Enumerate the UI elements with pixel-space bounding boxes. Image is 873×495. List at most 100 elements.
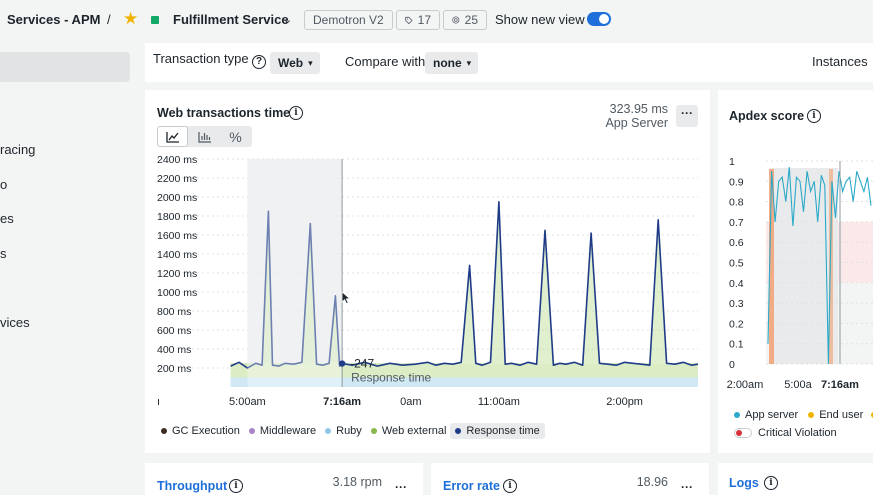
transaction-type-select[interactable]: Web ▾ [270,52,320,74]
instances-tab[interactable]: Instances [812,54,868,69]
throughput-number: 3.18 [332,475,357,489]
y-tick-label: 0.2 [729,318,744,330]
y-tick-label: 200 ms [157,363,191,375]
chevron-down-icon[interactable]: ⌄ [283,13,292,26]
nav-item-selected[interactable] [0,52,130,82]
nav-item-3[interactable]: es [0,211,14,226]
y-tick-label: 400 ms [157,344,191,356]
legend-dot [455,428,462,434]
related-entities-icon [452,16,460,24]
nav-item-distributed-tracing[interactable]: racing [0,142,35,157]
tags-count: 17 [417,13,431,27]
chevron-down-icon: ▾ [308,57,313,68]
bar-chart-button[interactable] [189,126,220,147]
legend-label-app-server[interactable]: App server [745,409,798,421]
tooltip-label: Response time [351,371,431,385]
x-tick-label: 5:00a [784,379,812,391]
related-entities-chip[interactable]: 25 [443,10,487,30]
info-icon[interactable]: i [807,109,821,123]
chevron-down-icon: ▾ [466,57,472,68]
legend-label: Ruby [336,425,362,437]
y-tick-label: 1600 ms [157,230,197,242]
y-tick-label: 2000 ms [157,192,197,204]
x-tick-label: 2:00pm [606,396,643,408]
help-icon[interactable]: ? [252,55,266,69]
legend-item-response-time[interactable]: Response time [450,423,545,439]
show-new-view-toggle[interactable] [587,12,611,26]
more-options-button[interactable]: ··· [676,105,698,127]
critical-violation-legend: Critical Violation [734,427,837,439]
throughput-unit: rpm [360,475,382,489]
transaction-type-value: Web [278,56,304,70]
info-icon[interactable]: i [229,479,243,493]
y-tick-label: 0.9 [729,176,744,188]
y-tick-label: 0.4 [729,278,744,290]
info-icon[interactable]: i [503,479,517,493]
breadcrumb-separator: / [107,12,111,27]
error-rate-title[interactable]: Error rate [443,479,500,493]
y-tick-label: 1800 ms [157,211,197,223]
y-tick-label: 2400 ms [157,154,197,166]
apdex-title: Apdex score [729,109,805,123]
app-server-value: 323.95 ms [609,102,668,116]
mouse-cursor-icon [341,291,351,304]
x-tick-label: 11:00am [478,396,520,408]
percent-icon: % [229,128,242,145]
info-icon[interactable]: i [289,106,303,120]
y-tick-label: 0.8 [729,197,744,209]
y-tick-label: 1 [729,156,735,168]
y-tick-label: 1000 ms [157,287,197,299]
legend-label: Response time [466,425,540,437]
y-tick-label: 0.1 [729,339,744,351]
transaction-type-label: Transaction type [153,51,249,66]
more-options-button[interactable]: ··· [676,479,698,495]
breadcrumb[interactable]: Services - APM [7,12,100,27]
related-entities-count: 25 [464,13,478,27]
tooltip-value: -247 [350,357,374,371]
nav-item-2[interactable]: o [0,177,7,192]
legend-label: Web external [381,425,447,437]
x-tick-label: 5:00am [229,396,266,408]
web-transactions-title: Web transactions time [157,106,291,120]
show-new-view-label: Show new view [495,12,585,27]
throughput-title[interactable]: Throughput [157,479,227,493]
legend-item-gc-execution[interactable]: GC Execution [161,423,240,439]
percent-chart-button[interactable]: % [220,126,251,147]
critical-violation-label: Critical Violation [758,427,837,439]
selection-overlay [247,159,343,387]
y-tick-label: 800 ms [157,306,191,318]
legend-dot [248,428,255,434]
tags-chip[interactable]: 17 [396,10,440,30]
apdex-chart[interactable]: 1 0.9 0.8 0.7 0.6 0.5 0.4 0.3 0.2 0.1 0 2:00am 5:00a… [718,150,873,395]
health-status-icon [151,16,159,24]
y-tick-label: 600 ms [157,325,191,337]
y-tick-label: 0.7 [729,217,744,229]
area-chart-button[interactable] [157,126,188,147]
environment-tag-chip[interactable]: Demotron V2 [304,10,393,30]
legend-label: Middleware [259,425,317,437]
more-options-button[interactable]: ··· [390,479,412,495]
favorite-star-icon[interactable]: ★ [123,10,138,27]
critical-violation-bar [829,169,833,364]
x-tick-label: ı [157,396,160,408]
left-navigation: racing o es s vices [0,41,137,495]
web-transactions-chart[interactable]: 2400 ms 2200 ms 2000 ms 1800 ms 1600 ms 1400 … [145,150,710,415]
compare-with-select[interactable]: none ▾ [425,52,479,74]
web-transactions-legend: GC Execution Middleware Ruby Web externa… [161,423,554,439]
logs-title[interactable]: Logs [729,476,759,490]
legend-item-ruby[interactable]: Ruby [325,423,362,439]
entity-name[interactable]: Fulfillment Service [173,12,289,27]
legend-item-middleware[interactable]: Middleware [248,423,317,439]
compare-with-value: none [433,56,462,70]
legend-item-web-external[interactable]: Web external [370,423,447,439]
legend-dot [808,412,815,418]
legend-dot [325,428,332,434]
nav-item-services[interactable]: vices [0,315,30,330]
bar-chart-icon [197,131,211,143]
y-tick-label: 2200 ms [157,173,197,185]
x-tick-label: 7:16am [821,379,859,391]
critical-violation-toggle[interactable] [734,428,752,438]
info-icon[interactable]: i [764,476,778,490]
legend-label-end-user[interactable]: End user [819,409,863,421]
nav-item-4[interactable]: s [0,246,7,261]
